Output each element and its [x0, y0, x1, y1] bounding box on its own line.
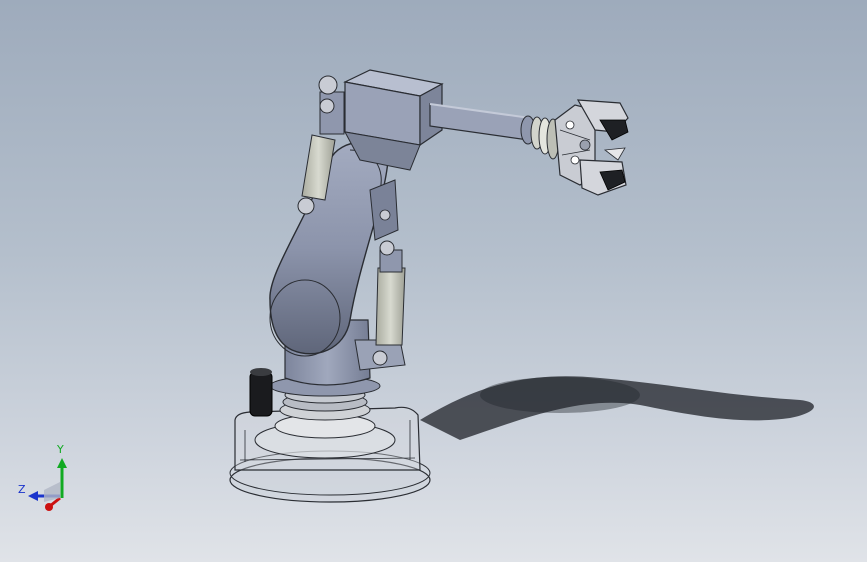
robot-forearm-housing[interactable]: [343, 69, 444, 171]
axis-z-label: Z: [18, 483, 26, 496]
robot-arm-model[interactable]: [0, 0, 867, 562]
model-viewport[interactable]: Y Z: [0, 0, 867, 562]
axis-triad[interactable]: Y Z: [14, 440, 84, 520]
robot-gripper[interactable]: [554, 99, 629, 196]
robot-forearm-shaft[interactable]: [429, 103, 531, 141]
cast-shadow: [420, 376, 814, 440]
robot-base[interactable]: [229, 368, 431, 503]
robot-wrist[interactable]: [520, 115, 560, 160]
axis-triad-graphic: [28, 458, 67, 511]
actuator-cylinder-lower[interactable]: [375, 240, 406, 346]
axis-y-label: Y: [57, 443, 64, 456]
